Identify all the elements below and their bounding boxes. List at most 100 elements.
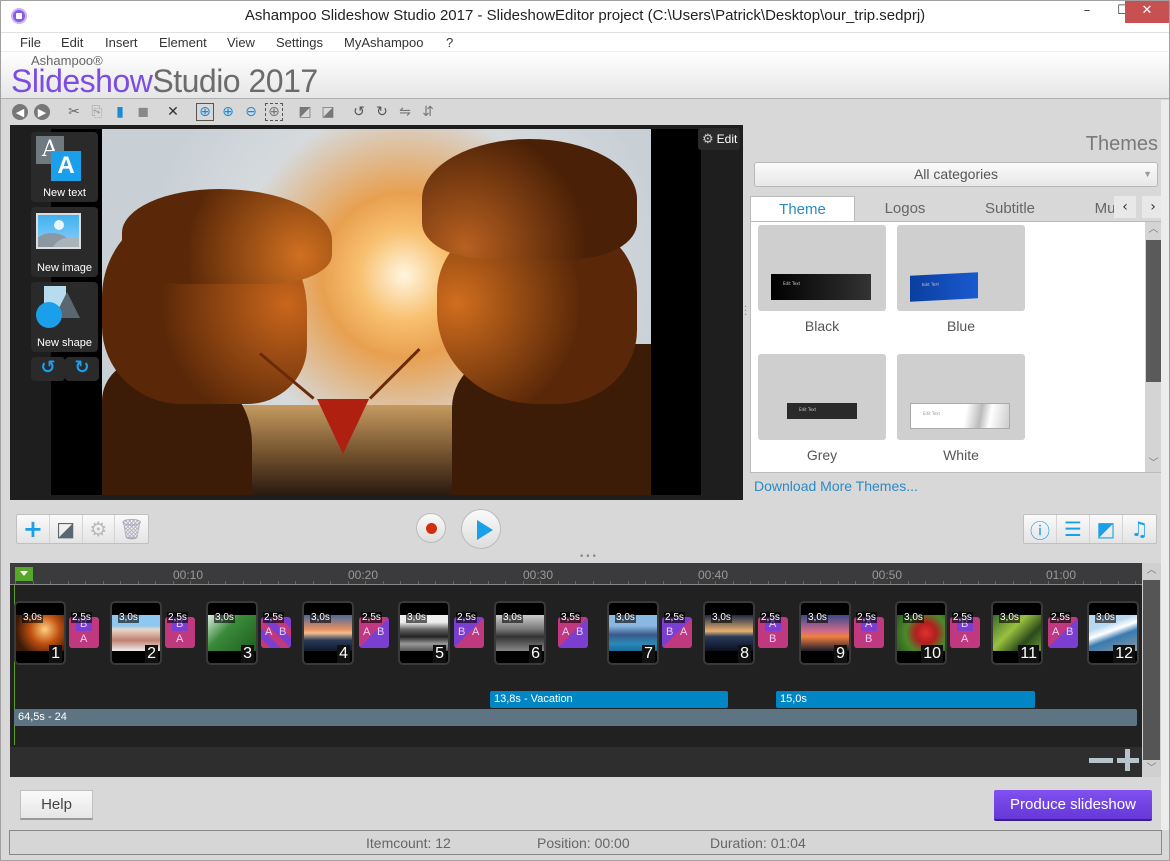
bring-forward-icon[interactable]: ◩	[296, 103, 314, 121]
chevron-up-icon[interactable]: ︿	[1142, 563, 1161, 579]
category-select[interactable]: All categories ▼	[754, 162, 1158, 187]
undo-icon[interactable]: ↺	[31, 357, 65, 381]
zoom-out-timeline-icon[interactable]	[1089, 758, 1113, 763]
transition-label-b: A	[961, 633, 969, 645]
edit-button[interactable]: ⚙ Edit	[698, 128, 740, 150]
chevron-down-icon[interactable]: ﹀	[1145, 456, 1162, 472]
menu-element[interactable]: Element	[159, 35, 207, 50]
clip-number: 1	[49, 645, 62, 663]
timeline-clip[interactable]: 3,0s 2	[110, 601, 162, 665]
tab-subtitle[interactable]: Subtitle	[960, 196, 1060, 222]
slide-photo[interactable]	[102, 129, 651, 495]
ruler-tick	[890, 581, 891, 584]
ruler-tick	[663, 581, 664, 584]
paste-icon[interactable]: ▮	[111, 103, 129, 121]
timeline-clip[interactable]: 3,0s 5	[398, 601, 450, 665]
music-note-icon[interactable]: ♫	[1123, 515, 1156, 543]
zoom-select-icon[interactable]: ⊕	[265, 103, 283, 121]
scrollbar-thumb[interactable]	[1146, 240, 1161, 382]
produce-slideshow-button[interactable]: Produce slideshow	[994, 790, 1152, 821]
theme-name: Black	[804, 318, 840, 334]
close-button[interactable]: ✕	[1125, 1, 1169, 23]
menu-help[interactable]: ?	[446, 35, 453, 50]
timeline-ruler[interactable]: 00:10 00:20 00:30 00:40 00:50 01:00	[10, 563, 1142, 585]
settings-gear-icon[interactable]: ⚙	[83, 515, 116, 543]
menu-view[interactable]: View	[227, 35, 255, 50]
zoom-fit-icon[interactable]: ⊕	[196, 103, 214, 121]
trash-icon[interactable]: 🗑	[115, 515, 148, 543]
playhead-handle[interactable]	[15, 567, 33, 581]
download-more-themes-link[interactable]: Download More Themes...	[754, 478, 918, 494]
title-bar: Ashampoo Slideshow Studio 2017 - Slidesh…	[1, 1, 1169, 32]
chevron-down-icon[interactable]: ﹀	[1142, 761, 1161, 777]
music-track-2[interactable]: 15,0s	[776, 691, 1035, 708]
logo-part-studio: Studio 2017	[152, 63, 318, 99]
ruler-tick	[365, 581, 366, 584]
cut-icon[interactable]: ✂	[65, 103, 83, 121]
chevron-up-icon[interactable]: ︿	[1145, 222, 1162, 238]
record-button[interactable]	[416, 513, 446, 543]
theme-bar-text: Edit Text	[922, 281, 940, 288]
preview-stage[interactable]	[51, 129, 701, 495]
timeline-clip[interactable]: 3,0s 3	[206, 601, 258, 665]
transition-label-b: A	[176, 633, 184, 645]
menu-insert[interactable]: Insert	[105, 35, 138, 50]
timeline-clip[interactable]: 3,0s 8	[703, 601, 755, 665]
send-backward-icon[interactable]: ◪	[319, 103, 337, 121]
ruler-tick	[50, 581, 51, 584]
timeline-scrollbar[interactable]: ︿ ﹀	[1142, 563, 1161, 777]
align-icon[interactable]: ☰	[1057, 515, 1090, 543]
timeline-resize-handle[interactable]: •••	[579, 552, 598, 562]
timeline-clip[interactable]: 3,0s 9	[799, 601, 851, 665]
logo-part-slideshow: Slideshow	[11, 63, 153, 99]
timeline-clip[interactable]: 3,0s 11	[991, 601, 1043, 665]
ruler-label: 00:40	[698, 568, 729, 582]
add-icon[interactable]: +	[17, 515, 50, 543]
menu-file[interactable]: File	[20, 35, 41, 50]
menu-edit[interactable]: Edit	[61, 35, 83, 50]
menu-myashampoo[interactable]: MyAshampoo	[344, 35, 423, 50]
ruler-label: 01:00	[1046, 568, 1077, 582]
zoom-out-icon[interactable]: ⊖	[242, 103, 260, 121]
timeline-clip[interactable]: 3,0s 10	[895, 601, 947, 665]
theme-list-scrollbar[interactable]: ︿ ﹀	[1145, 222, 1162, 472]
theme-bar-text: Edit Text	[783, 281, 801, 286]
flip-vertical-icon[interactable]: ⇵	[419, 103, 437, 121]
delete-icon[interactable]: ✕	[164, 103, 182, 121]
new-shape-button[interactable]: New shape	[31, 282, 98, 352]
layer-icon[interactable]: ◼	[134, 103, 152, 121]
ruler-tick	[855, 581, 856, 584]
timeline-clip[interactable]: 3,0s 6	[494, 601, 546, 665]
back-icon[interactable]: ◀	[12, 104, 28, 120]
rotate-right-icon[interactable]: ↻	[373, 103, 391, 121]
zoom-in-icon[interactable]: ⊕	[219, 103, 237, 121]
timeline-clip[interactable]: 3,0s 12	[1087, 601, 1139, 665]
scrollbar-thumb[interactable]	[1143, 580, 1160, 760]
music-track-vacation[interactable]: 13,8s - Vacation	[490, 691, 728, 708]
new-text-button[interactable]: AA New text	[31, 132, 98, 202]
copy-icon[interactable]: ⎘	[88, 103, 106, 121]
transition-icon[interactable]: ◩	[1090, 515, 1123, 543]
timeline-clip[interactable]: 3,0s 7	[607, 601, 659, 665]
forward-icon[interactable]: ▶	[34, 104, 50, 120]
tab-logos[interactable]: Logos	[860, 196, 950, 222]
clip-number: 6	[529, 645, 542, 663]
info-icon[interactable]: ⓘ	[1024, 515, 1057, 543]
timeline-clip[interactable]: 3,0s 1	[14, 601, 66, 665]
new-image-button[interactable]: New image	[31, 207, 98, 277]
transition-duration: 2,5s	[664, 612, 685, 623]
menu-settings[interactable]: Settings	[276, 35, 323, 50]
add-image-icon[interactable]: ◪	[50, 515, 83, 543]
help-button[interactable]: Help	[20, 790, 93, 820]
rotate-left-icon[interactable]: ↺	[350, 103, 368, 121]
main-track[interactable]: 64,5s - 24	[14, 709, 1137, 726]
tab-prev-icon[interactable]: ‹	[1114, 196, 1136, 218]
flip-horizontal-icon[interactable]: ⇋	[396, 103, 414, 121]
redo-icon[interactable]: ↻	[65, 357, 99, 381]
clip-number: 9	[834, 645, 847, 663]
splitter-handle[interactable]: · · ·	[744, 303, 747, 321]
tab-theme[interactable]: Theme	[750, 196, 855, 222]
ruler-tick	[68, 581, 69, 584]
play-button[interactable]	[461, 509, 501, 549]
timeline-clip[interactable]: 3,0s 4	[302, 601, 354, 665]
